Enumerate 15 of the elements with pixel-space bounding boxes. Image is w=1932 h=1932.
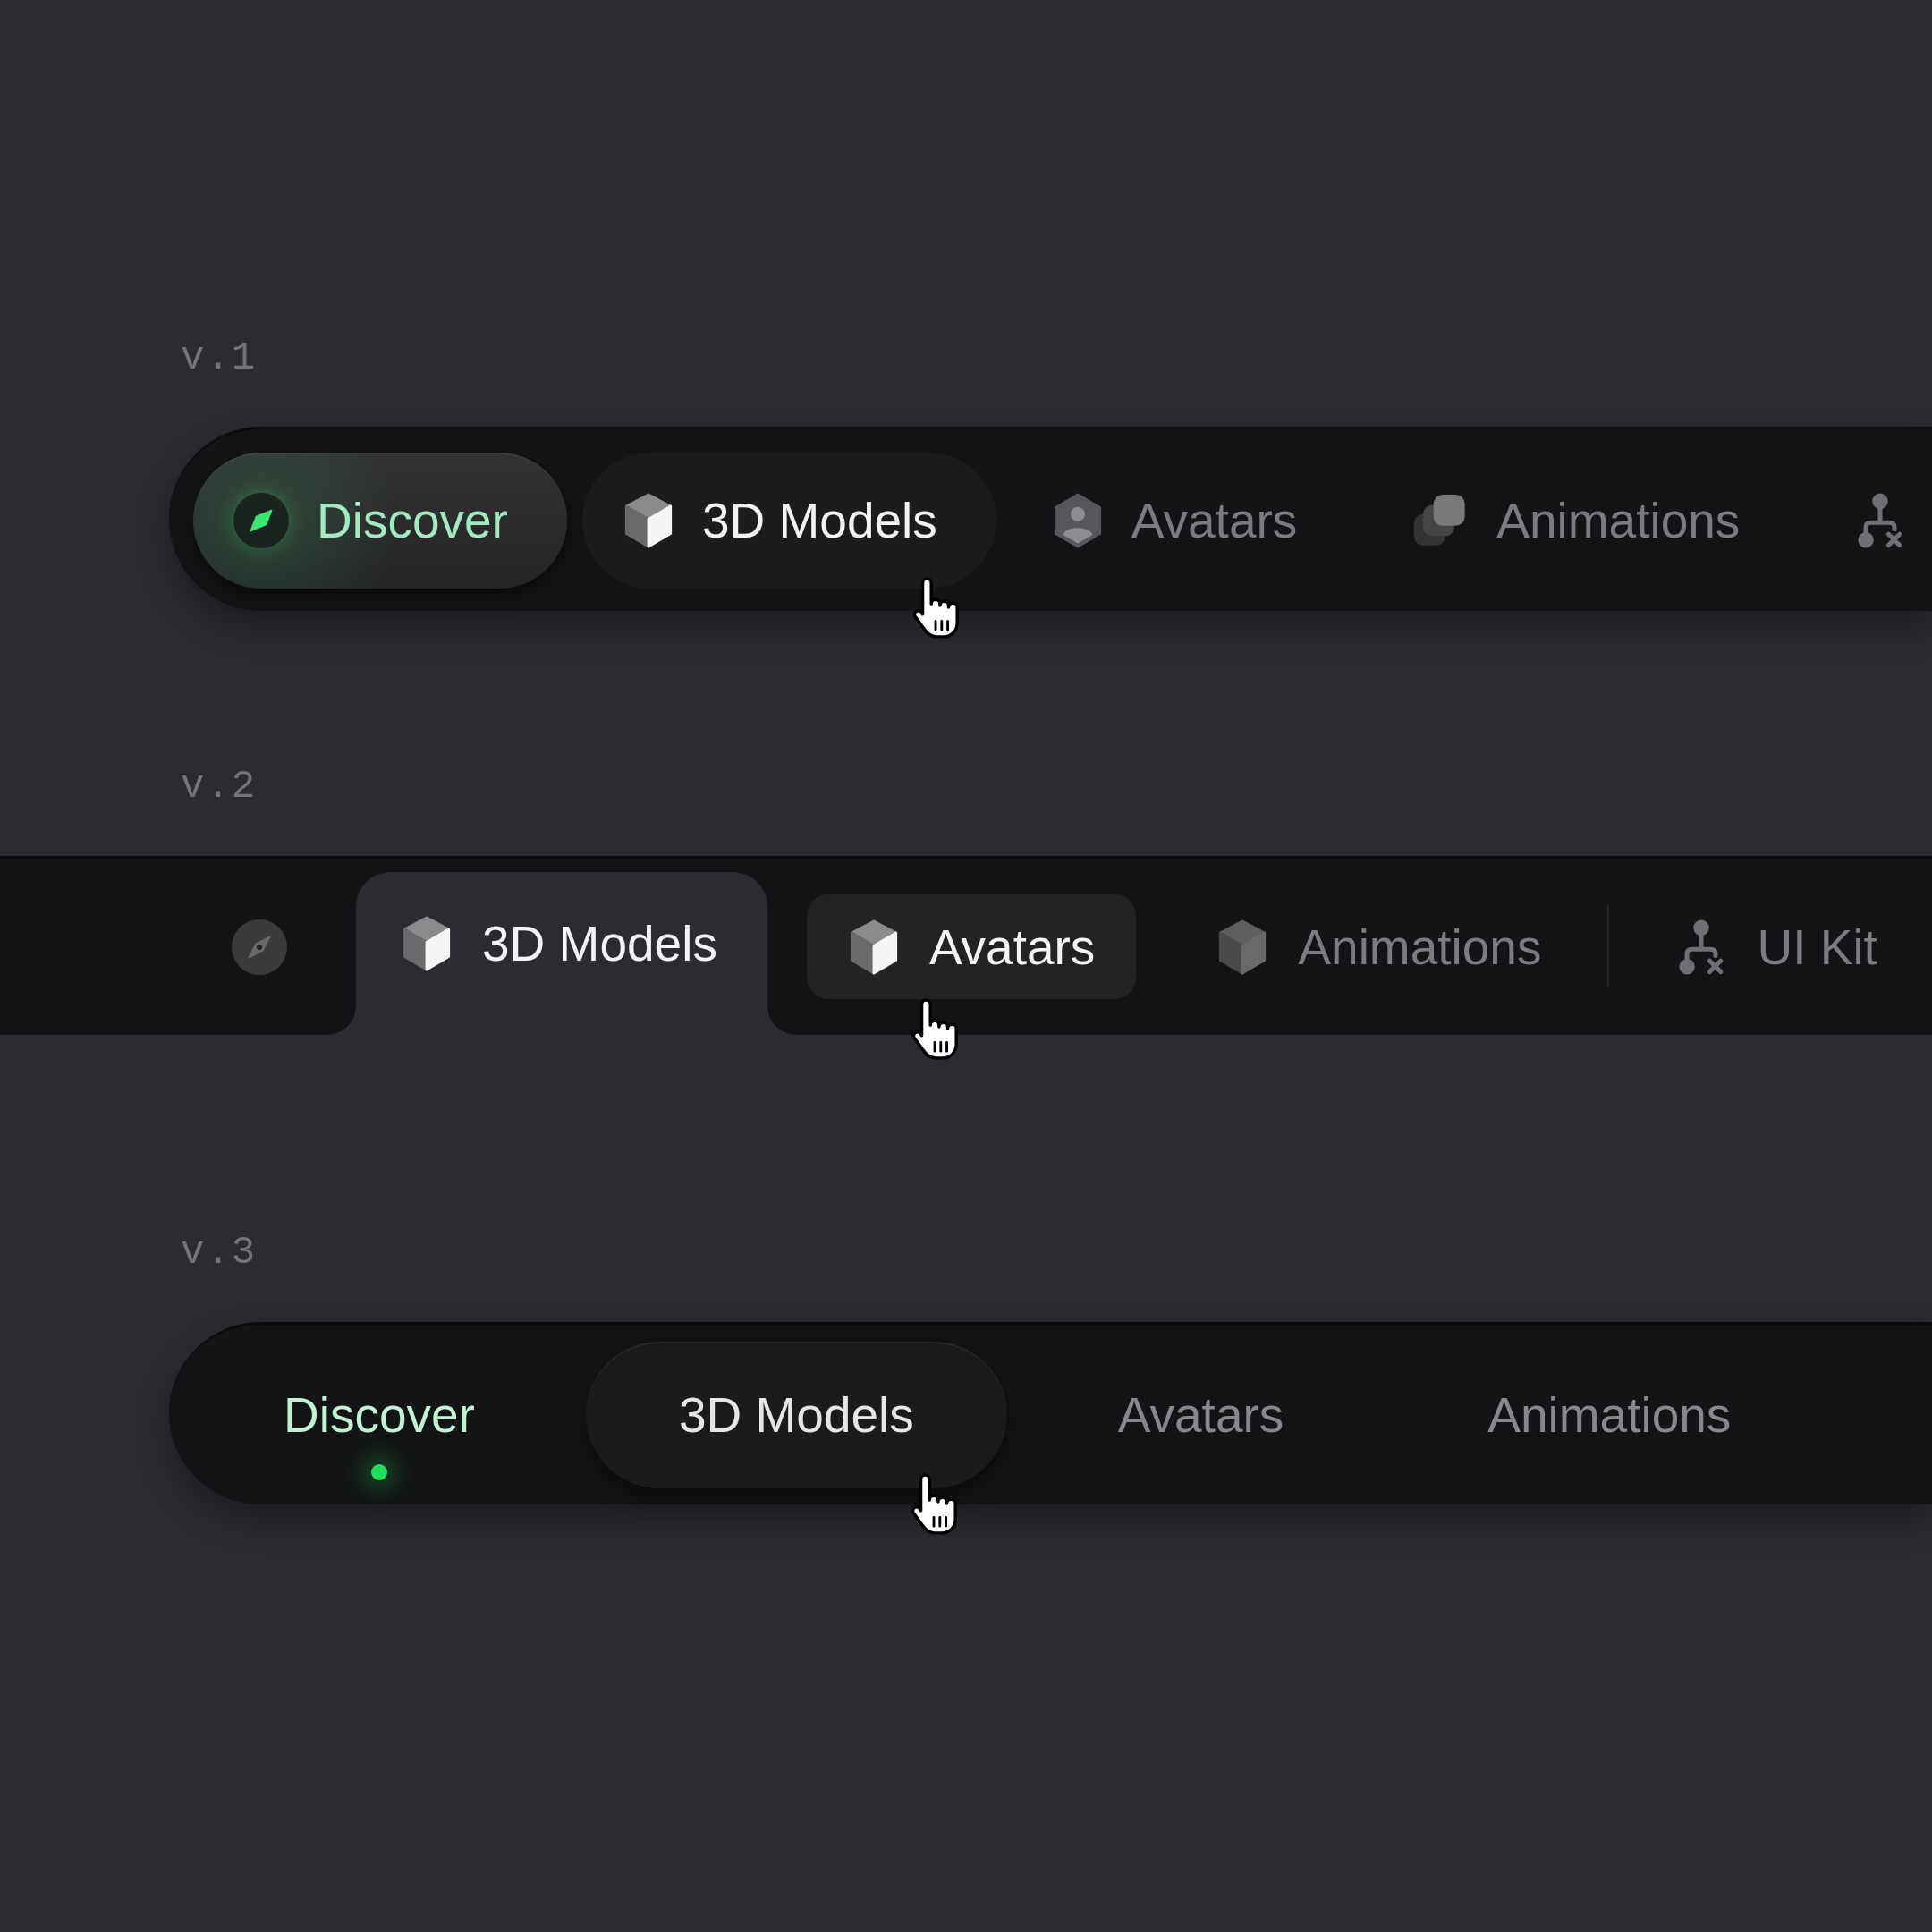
nav-tab[interactable]: Discover [193,452,567,589]
version-label: v.3 [181,1230,258,1275]
nav-tab[interactable]: UI Kit [1634,894,1919,999]
version-label: v.2 [181,764,258,809]
indicator-dot-icon [370,1463,387,1480]
nav-tab[interactable]: Animations [1371,452,1800,589]
nav-tab[interactable]: Avatars [1011,452,1357,589]
nav-tab[interactable]: Animations [1175,894,1583,999]
nav-tab[interactable]: Discover [191,1341,568,1488]
cube-icon [401,915,453,972]
version-label: v.1 [181,335,258,380]
compass-icon [233,492,289,548]
nav-tab[interactable]: Animations [1394,1341,1825,1488]
nav-tab[interactable]: Avatars [1024,1341,1377,1488]
compass-icon[interactable] [232,919,287,975]
